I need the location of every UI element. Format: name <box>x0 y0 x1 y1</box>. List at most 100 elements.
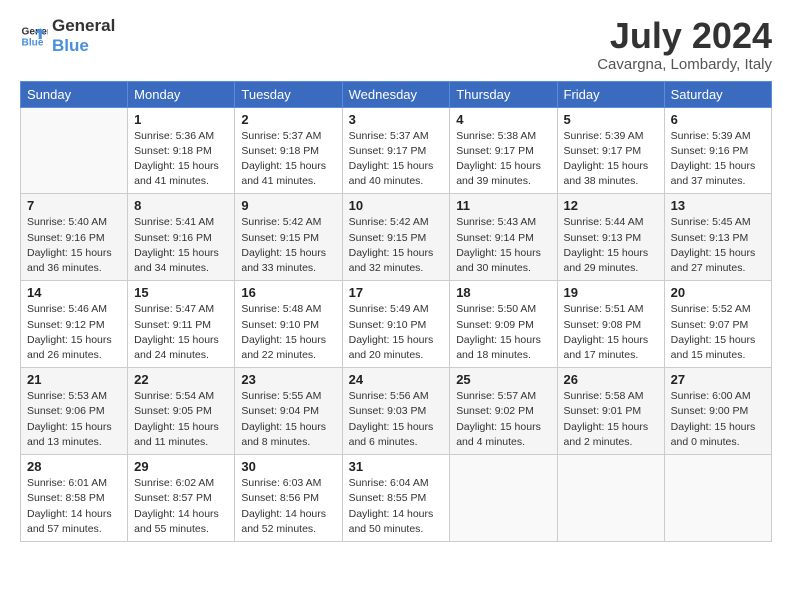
day-info: Sunrise: 5:54 AM Sunset: 9:05 PM Dayligh… <box>134 389 228 450</box>
day-info: Sunrise: 5:57 AM Sunset: 9:02 PM Dayligh… <box>456 389 550 450</box>
day-info: Sunrise: 5:48 AM Sunset: 9:10 PM Dayligh… <box>241 302 335 363</box>
day-cell: 4Sunrise: 5:38 AM Sunset: 9:17 PM Daylig… <box>450 107 557 194</box>
day-number: 11 <box>456 198 550 213</box>
day-cell: 31 Sunrise: 6:04 AM Sunset: 8:55 PM Dayli… <box>342 455 450 542</box>
day-cell: 12 Sunrise: 5:44 AM Sunset: 9:13 PM Dayli… <box>557 194 664 281</box>
day-cell: 30 Sunrise: 6:03 AM Sunset: 8:56 PM Dayli… <box>235 455 342 542</box>
day-info: Sunrise: 5:56 AM Sunset: 9:03 PM Dayligh… <box>349 389 444 450</box>
day-cell: 26Sunrise: 5:58 AM Sunset: 9:01 PM Dayli… <box>557 368 664 455</box>
week-row-4: 21Sunrise: 5:53 AM Sunset: 9:06 PM Dayli… <box>21 368 772 455</box>
month-title: July 2024 <box>597 16 772 56</box>
day-cell: 24 Sunrise: 5:56 AM Sunset: 9:03 PM Dayli… <box>342 368 450 455</box>
day-cell: 11 Sunrise: 5:43 AM Sunset: 9:14 PM Dayli… <box>450 194 557 281</box>
col-header-friday: Friday <box>557 81 664 107</box>
day-number: 2 <box>241 112 335 127</box>
day-info: Sunrise: 5:42 AM Sunset: 9:15 PM Dayligh… <box>241 215 335 276</box>
day-cell: 1Sunrise: 5:36 AM Sunset: 9:18 PM Daylig… <box>128 107 235 194</box>
day-cell <box>450 455 557 542</box>
day-info: Sunrise: 6:04 AM Sunset: 8:55 PM Dayligh… <box>349 476 444 537</box>
day-cell <box>557 455 664 542</box>
day-cell: 16 Sunrise: 5:48 AM Sunset: 9:10 PM Dayli… <box>235 281 342 368</box>
calendar-header-row: SundayMondayTuesdayWednesdayThursdayFrid… <box>21 81 772 107</box>
day-number: 9 <box>241 198 335 213</box>
day-info: Sunrise: 5:45 AM Sunset: 9:13 PM Dayligh… <box>671 215 765 276</box>
day-info: Sunrise: 6:00 AM Sunset: 9:00 PM Dayligh… <box>671 389 765 450</box>
day-cell: 23Sunrise: 5:55 AM Sunset: 9:04 PM Dayli… <box>235 368 342 455</box>
day-info: Sunrise: 5:51 AM Sunset: 9:08 PM Dayligh… <box>564 302 658 363</box>
day-info: Sunrise: 5:37 AM Sunset: 9:18 PM Dayligh… <box>241 129 335 190</box>
day-number: 12 <box>564 198 658 213</box>
col-header-monday: Monday <box>128 81 235 107</box>
day-cell: 9 Sunrise: 5:42 AM Sunset: 9:15 PM Daylig… <box>235 194 342 281</box>
day-cell: 5 Sunrise: 5:39 AM Sunset: 9:17 PM Daylig… <box>557 107 664 194</box>
day-cell: 10Sunrise: 5:42 AM Sunset: 9:15 PM Dayli… <box>342 194 450 281</box>
day-number: 19 <box>564 285 658 300</box>
day-number: 29 <box>134 459 228 474</box>
day-cell: 8 Sunrise: 5:41 AM Sunset: 9:16 PM Daylig… <box>128 194 235 281</box>
day-info: Sunrise: 5:36 AM Sunset: 9:18 PM Dayligh… <box>134 129 228 190</box>
logo-general: General <box>52 16 115 36</box>
day-number: 3 <box>349 112 444 127</box>
day-cell: 28Sunrise: 6:01 AM Sunset: 8:58 PM Dayli… <box>21 455 128 542</box>
logo-blue: Blue <box>52 36 115 56</box>
logo: General Blue General Blue <box>20 16 115 55</box>
day-cell: 22 Sunrise: 5:54 AM Sunset: 9:05 PM Dayli… <box>128 368 235 455</box>
day-cell: 17Sunrise: 5:49 AM Sunset: 9:10 PM Dayli… <box>342 281 450 368</box>
col-header-tuesday: Tuesday <box>235 81 342 107</box>
day-info: Sunrise: 5:44 AM Sunset: 9:13 PM Dayligh… <box>564 215 658 276</box>
week-row-2: 7Sunrise: 5:40 AM Sunset: 9:16 PM Daylig… <box>21 194 772 281</box>
day-number: 18 <box>456 285 550 300</box>
day-cell: 3 Sunrise: 5:37 AM Sunset: 9:17 PM Daylig… <box>342 107 450 194</box>
day-info: Sunrise: 5:40 AM Sunset: 9:16 PM Dayligh… <box>27 215 121 276</box>
day-number: 14 <box>27 285 121 300</box>
day-number: 24 <box>349 372 444 387</box>
day-cell <box>21 107 128 194</box>
day-number: 13 <box>671 198 765 213</box>
day-info: Sunrise: 5:39 AM Sunset: 9:17 PM Dayligh… <box>564 129 658 190</box>
day-number: 6 <box>671 112 765 127</box>
day-number: 31 <box>349 459 444 474</box>
day-cell: 14 Sunrise: 5:46 AM Sunset: 9:12 PM Dayli… <box>21 281 128 368</box>
day-info: Sunrise: 5:47 AM Sunset: 9:11 PM Dayligh… <box>134 302 228 363</box>
day-info: Sunrise: 5:53 AM Sunset: 9:06 PM Dayligh… <box>27 389 121 450</box>
col-header-thursday: Thursday <box>450 81 557 107</box>
day-cell: 25Sunrise: 5:57 AM Sunset: 9:02 PM Dayli… <box>450 368 557 455</box>
day-number: 5 <box>564 112 658 127</box>
title-block: July 2024 Cavargna, Lombardy, Italy <box>597 16 772 73</box>
day-number: 22 <box>134 372 228 387</box>
day-number: 16 <box>241 285 335 300</box>
day-number: 10 <box>349 198 444 213</box>
day-info: Sunrise: 5:43 AM Sunset: 9:14 PM Dayligh… <box>456 215 550 276</box>
col-header-sunday: Sunday <box>21 81 128 107</box>
day-number: 20 <box>671 285 765 300</box>
week-row-3: 14 Sunrise: 5:46 AM Sunset: 9:12 PM Dayli… <box>21 281 772 368</box>
week-row-5: 28Sunrise: 6:01 AM Sunset: 8:58 PM Dayli… <box>21 455 772 542</box>
col-header-saturday: Saturday <box>664 81 771 107</box>
day-cell: 7Sunrise: 5:40 AM Sunset: 9:16 PM Daylig… <box>21 194 128 281</box>
day-cell: 18 Sunrise: 5:50 AM Sunset: 9:09 PM Dayli… <box>450 281 557 368</box>
day-info: Sunrise: 5:46 AM Sunset: 9:12 PM Dayligh… <box>27 302 121 363</box>
day-number: 15 <box>134 285 228 300</box>
day-info: Sunrise: 5:39 AM Sunset: 9:16 PM Dayligh… <box>671 129 765 190</box>
day-number: 8 <box>134 198 228 213</box>
calendar-table: SundayMondayTuesdayWednesdayThursdayFrid… <box>20 81 772 542</box>
logo-icon: General Blue <box>20 22 48 50</box>
day-info: Sunrise: 5:37 AM Sunset: 9:17 PM Dayligh… <box>349 129 444 190</box>
day-info: Sunrise: 5:58 AM Sunset: 9:01 PM Dayligh… <box>564 389 658 450</box>
day-info: Sunrise: 5:41 AM Sunset: 9:16 PM Dayligh… <box>134 215 228 276</box>
day-info: Sunrise: 6:03 AM Sunset: 8:56 PM Dayligh… <box>241 476 335 537</box>
day-cell: 6 Sunrise: 5:39 AM Sunset: 9:16 PM Daylig… <box>664 107 771 194</box>
location: Cavargna, Lombardy, Italy <box>597 56 772 73</box>
day-number: 28 <box>27 459 121 474</box>
page-container: General Blue General Blue July 2024 Cava… <box>0 0 792 552</box>
day-number: 23 <box>241 372 335 387</box>
day-info: Sunrise: 5:38 AM Sunset: 9:17 PM Dayligh… <box>456 129 550 190</box>
day-info: Sunrise: 5:52 AM Sunset: 9:07 PM Dayligh… <box>671 302 765 363</box>
day-cell: 19 Sunrise: 5:51 AM Sunset: 9:08 PM Dayli… <box>557 281 664 368</box>
day-cell: 27Sunrise: 6:00 AM Sunset: 9:00 PM Dayli… <box>664 368 771 455</box>
day-cell: 21Sunrise: 5:53 AM Sunset: 9:06 PM Dayli… <box>21 368 128 455</box>
day-info: Sunrise: 5:50 AM Sunset: 9:09 PM Dayligh… <box>456 302 550 363</box>
col-header-wednesday: Wednesday <box>342 81 450 107</box>
day-cell: 15 Sunrise: 5:47 AM Sunset: 9:11 PM Dayli… <box>128 281 235 368</box>
day-number: 30 <box>241 459 335 474</box>
